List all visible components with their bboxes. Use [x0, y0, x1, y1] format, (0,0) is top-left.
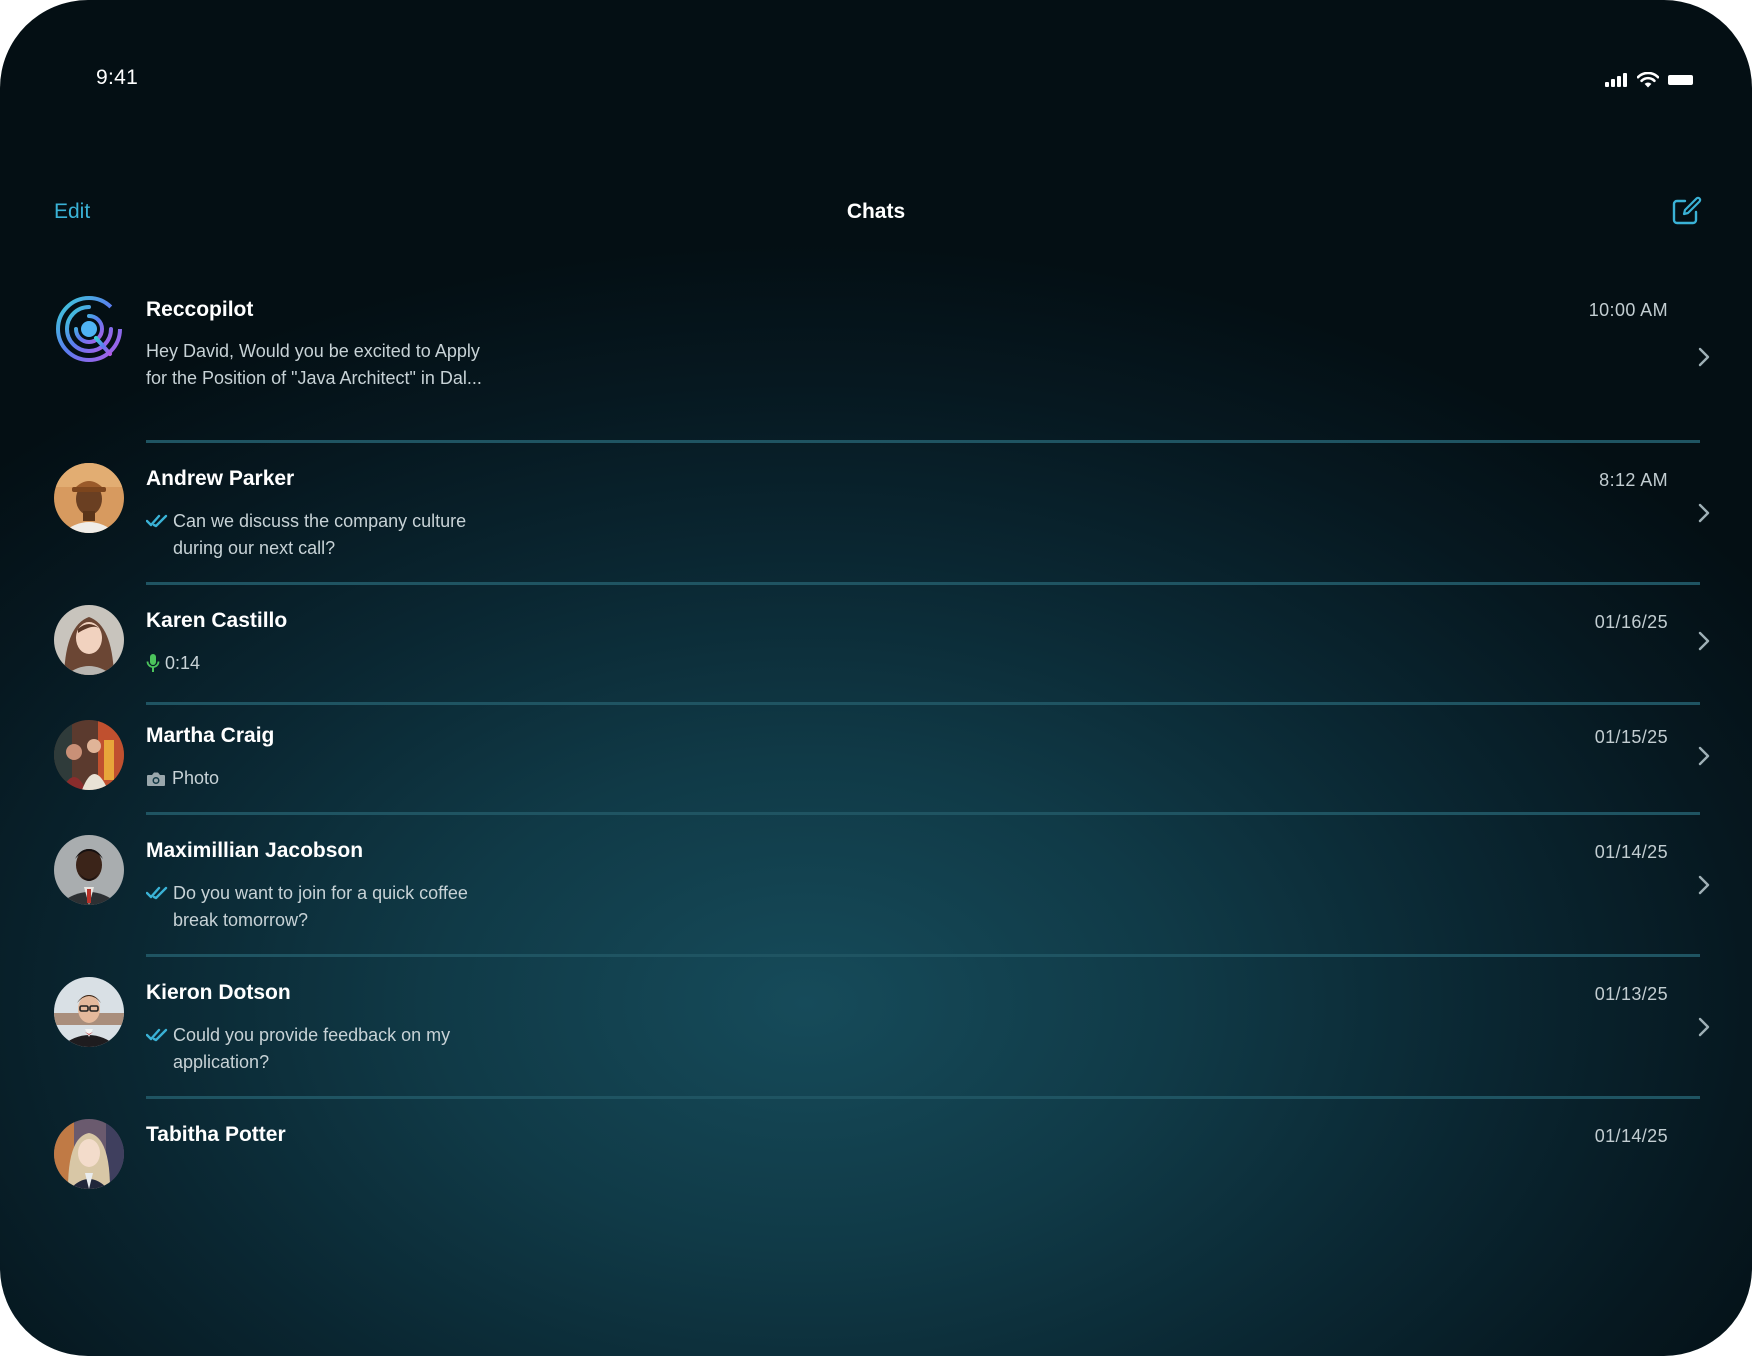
reccopilot-logo-icon — [56, 296, 122, 362]
chevron-right-icon — [1698, 746, 1710, 766]
avatar-kieron-dotson — [54, 977, 124, 1047]
chevron-right-icon — [1698, 1017, 1710, 1037]
chat-name: Martha Craig — [146, 724, 275, 747]
camera-icon — [147, 772, 165, 786]
status-time: 9:41 — [96, 66, 139, 89]
chat-preview: Hey David, Would you be excited to Apply… — [146, 341, 482, 388]
divider — [146, 582, 1700, 585]
compose-icon[interactable] — [1670, 195, 1702, 227]
chevron-right-icon — [1698, 875, 1710, 895]
divider — [146, 702, 1700, 705]
divider — [146, 954, 1700, 957]
battery-icon — [1668, 75, 1693, 85]
chat-time: 10:00 AM — [1588, 300, 1668, 320]
chat-preview: 0:14 — [165, 653, 201, 673]
chevron-right-icon — [1698, 347, 1710, 367]
avatar-maximillian-jacobson — [54, 835, 124, 905]
chat-preview: Do you want to join for a quick coffee b… — [173, 883, 468, 930]
chat-preview: Photo — [172, 768, 220, 788]
status-bar: 9:41 — [0, 0, 1752, 160]
chat-name: Reccopilot — [146, 298, 254, 321]
chat-name: Andrew Parker — [146, 467, 295, 490]
chat-time: 01/16/25 — [1594, 612, 1668, 632]
chat-time: 8:12 AM — [1599, 470, 1668, 490]
chat-time: 01/13/25 — [1594, 984, 1668, 1004]
divider — [146, 440, 1700, 443]
chat-name: Maximillian Jacobson — [146, 839, 364, 862]
avatar-martha-craig — [54, 720, 124, 790]
wifi-icon — [1637, 72, 1659, 88]
chat-time: 01/14/25 — [1594, 842, 1668, 862]
double-check-icon — [146, 1028, 168, 1042]
avatar-karen-castillo — [54, 605, 124, 675]
chat-preview: Could you provide feedback on my applica… — [173, 1025, 451, 1072]
chat-name: Tabitha Potter — [146, 1123, 286, 1146]
cellular-signal-icon — [1605, 73, 1627, 87]
avatar-andrew-parker — [54, 463, 124, 533]
double-check-icon — [146, 886, 168, 900]
divider — [146, 812, 1700, 815]
navigation-bar: Edit Chats — [0, 190, 1752, 234]
double-check-icon — [146, 514, 168, 528]
microphone-icon — [146, 654, 160, 672]
chat-preview: Can we discuss the company culture durin… — [173, 511, 467, 558]
ipad-screen: 9:41 Edit Chats Reccopilot 10:00 AM Hey … — [0, 0, 1752, 1356]
page-title: Chats — [846, 200, 906, 223]
chevron-right-icon — [1698, 503, 1710, 523]
status-icons — [1605, 72, 1695, 88]
chat-name: Kieron Dotson — [146, 981, 291, 1004]
chat-time: 01/15/25 — [1594, 727, 1668, 747]
chevron-right-icon — [1698, 631, 1710, 651]
chat-time: 01/14/25 — [1594, 1126, 1668, 1146]
avatar-tabitha-potter — [54, 1119, 124, 1189]
divider — [146, 1096, 1700, 1099]
chat-name: Karen Castillo — [146, 609, 288, 632]
